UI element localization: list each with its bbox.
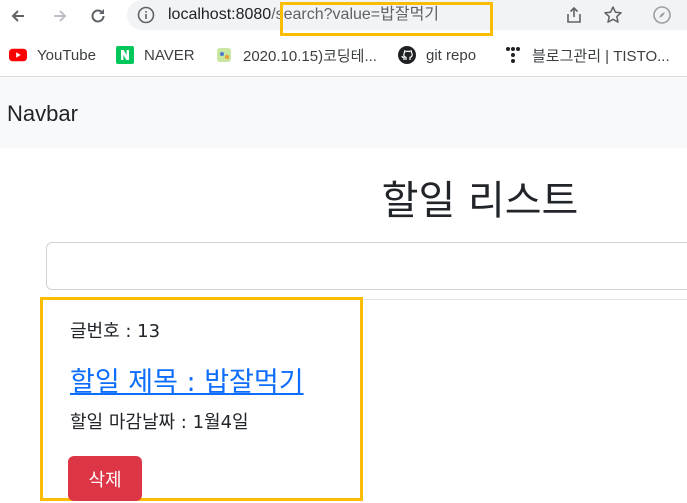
bookmark-tistory[interactable]: 블로그관리 | TISTO... xyxy=(504,45,670,65)
bookmark-youtube[interactable]: YouTube xyxy=(9,45,96,65)
forward-arrow-icon xyxy=(54,10,67,22)
bookmark-coding-test[interactable]: 2020.10.15)코딩테... xyxy=(215,45,377,65)
todo-item-highlight: 글번호 : 13 할일 제목 : 밥잘먹기 할일 마감날짜 : 1월4일 삭제 xyxy=(40,297,363,501)
todo-due-date: 할일 마감날짜 : 1월4일 xyxy=(70,412,249,433)
browser-toolbar: localhost:8080/search?value=밥잘먹기 xyxy=(0,0,687,36)
forward-button[interactable] xyxy=(48,4,72,28)
reload-icon xyxy=(91,9,105,23)
url-host: localhost:8080 xyxy=(168,6,272,23)
bookmark-favicon-icon xyxy=(215,46,233,64)
delete-button[interactable]: 삭제 xyxy=(68,456,142,501)
back-arrow-icon xyxy=(11,10,24,22)
todo-number: 글번호 : 13 xyxy=(70,321,161,342)
bookmark-naver[interactable]: NAVER xyxy=(116,45,195,65)
todo-title-link[interactable]: 할일 제목 : 밥잘먹기 xyxy=(70,360,304,399)
tistory-icon xyxy=(504,46,522,64)
naver-icon xyxy=(116,46,134,64)
bookmark-label: 블로그관리 | TISTO... xyxy=(532,47,670,65)
page-title: 할일 리스트 xyxy=(381,178,579,224)
bookmark-label: 2020.10.15)코딩테... xyxy=(243,47,377,65)
bookmark-label: YouTube xyxy=(37,46,96,64)
bookmark-label: NAVER xyxy=(144,46,195,64)
navbar: Navbar xyxy=(0,77,687,148)
back-button[interactable] xyxy=(6,4,30,28)
bookmark-git-repo[interactable]: git repo xyxy=(398,45,476,65)
navbar-brand[interactable]: Navbar xyxy=(7,101,78,127)
share-icon[interactable] xyxy=(564,5,584,25)
bookmark-label: git repo xyxy=(426,46,477,64)
reload-button[interactable] xyxy=(86,4,110,28)
star-bookmark-icon[interactable] xyxy=(603,5,623,25)
github-icon xyxy=(398,46,416,64)
bookmarks-bar: YouTube NAVER 2020.10.15)코딩테... git repo… xyxy=(0,38,687,72)
youtube-icon xyxy=(9,46,27,64)
url-highlight-box xyxy=(280,2,493,36)
search-input[interactable] xyxy=(46,242,687,290)
site-info-icon[interactable] xyxy=(137,6,155,24)
compass-extension-icon[interactable] xyxy=(652,5,672,25)
